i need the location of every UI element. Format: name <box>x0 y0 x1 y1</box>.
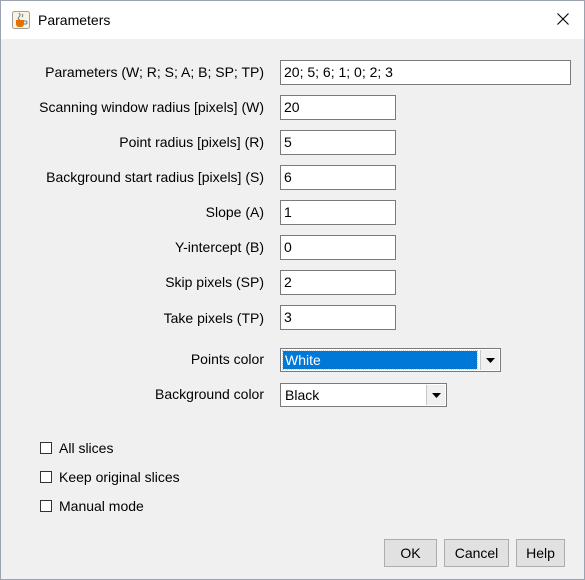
manual-mode-label: Manual mode <box>59 498 144 514</box>
points-color-dropdown[interactable]: White <box>280 348 501 372</box>
title-bar: Parameters <box>1 1 584 39</box>
take-pixels-label: Take pixels (TP) <box>163 310 264 326</box>
point-radius-label: Point radius [pixels] (R) <box>119 134 264 150</box>
y-intercept-field[interactable]: 0 <box>280 235 396 260</box>
keep-original-slices-label: Keep original slices <box>59 469 180 485</box>
background-color-value: Black <box>285 387 320 403</box>
all-slices-checkbox[interactable]: All slices <box>40 439 113 457</box>
skip-pixels-label: Skip pixels (SP) <box>165 274 264 290</box>
scanning-window-radius-label: Scanning window radius [pixels] (W) <box>39 99 264 115</box>
close-icon <box>556 12 569 28</box>
chevron-down-icon[interactable] <box>480 350 499 370</box>
window-title: Parameters <box>38 12 111 28</box>
take-pixels-field[interactable]: 3 <box>280 305 396 330</box>
y-intercept-label: Y-intercept (B) <box>175 239 264 255</box>
checkbox-box[interactable] <box>40 471 52 483</box>
checkbox-box[interactable] <box>40 442 52 454</box>
cancel-button[interactable]: Cancel <box>444 539 509 567</box>
parameters-label: Parameters (W; R; S; A; B; SP; TP) <box>45 64 264 80</box>
all-slices-label: All slices <box>59 440 114 456</box>
slope-label: Slope (A) <box>205 204 264 220</box>
parameters-dialog: Parameters Parameters (W; R; S; A; B; SP… <box>0 0 585 580</box>
close-button[interactable] <box>541 1 584 39</box>
scanning-window-radius-field[interactable]: 20 <box>280 95 396 120</box>
slope-field[interactable]: 1 <box>280 200 396 225</box>
points-color-value: White <box>282 350 478 370</box>
point-radius-field[interactable]: 5 <box>280 130 396 155</box>
parameters-field[interactable]: 20; 5; 6; 1; 0; 2; 3 <box>280 60 571 85</box>
background-start-radius-label: Background start radius [pixels] (S) <box>46 169 264 185</box>
help-button[interactable]: Help <box>516 539 565 567</box>
chevron-down-icon[interactable] <box>426 385 445 405</box>
background-color-dropdown[interactable]: Black <box>280 383 447 407</box>
keep-original-slices-checkbox[interactable]: Keep original slices <box>40 468 180 486</box>
points-color-label: Points color <box>190 351 264 367</box>
checkbox-box[interactable] <box>40 500 52 512</box>
manual-mode-checkbox[interactable]: Manual mode <box>40 497 144 515</box>
background-start-radius-field[interactable]: 6 <box>280 165 396 190</box>
java-coffee-cup-icon <box>12 11 30 29</box>
ok-button[interactable]: OK <box>384 539 437 567</box>
skip-pixels-field[interactable]: 2 <box>280 270 396 295</box>
background-color-label: Background color <box>155 386 264 402</box>
